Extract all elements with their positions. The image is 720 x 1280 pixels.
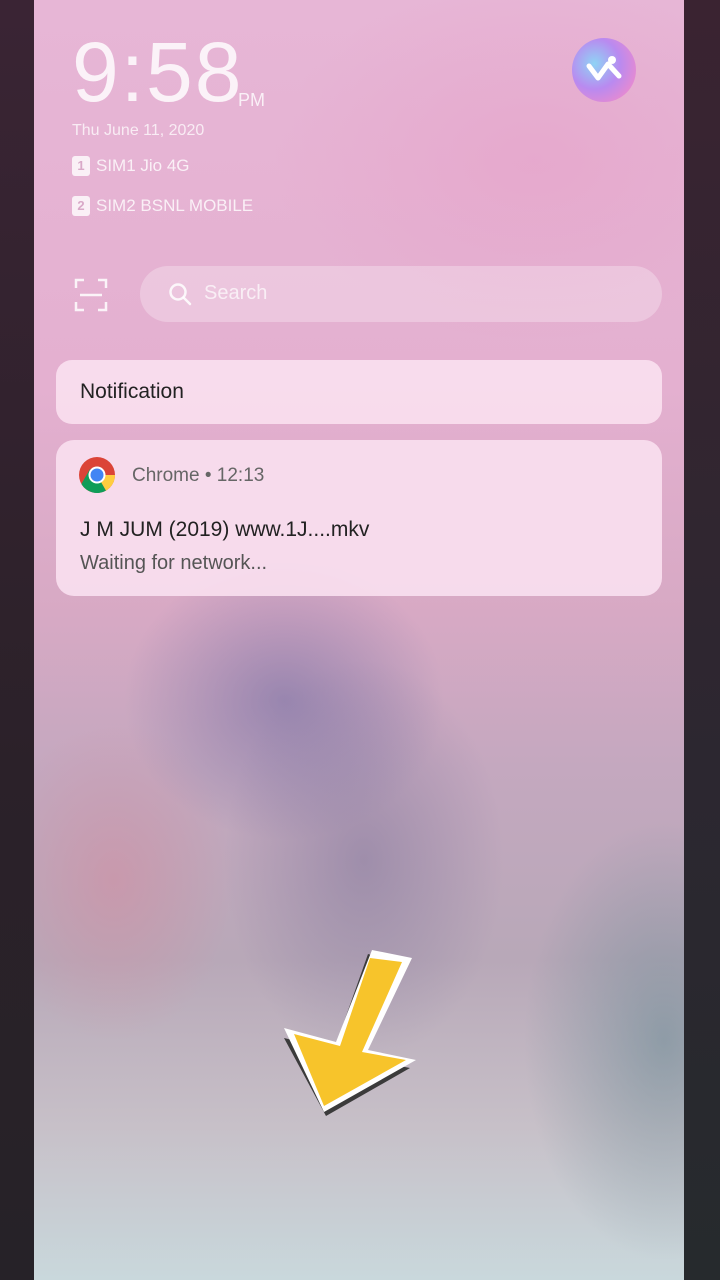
search-icon: [169, 283, 192, 306]
notification-header-label: Notification: [80, 380, 184, 403]
arrow-down-left-icon: [282, 946, 422, 1116]
notification-meta: Chrome • 12:13: [132, 465, 264, 487]
notification-shade: 9:58 PM Thu June 11, 2020 1 SIM1 Jio 4G …: [34, 0, 684, 1280]
chrome-download-notification[interactable]: Chrome • 12:13 J M JUM (2019) www.1J....…: [56, 440, 662, 596]
notification-app-name: Chrome: [132, 465, 200, 486]
assistant-app-icon[interactable]: [572, 38, 636, 102]
clock-time: 9:58: [72, 25, 244, 119]
notification-header: Notification: [56, 360, 662, 424]
search-bar[interactable]: Search: [140, 266, 662, 322]
notification-time: 12:13: [216, 465, 265, 486]
search-placeholder: Search: [204, 282, 268, 304]
notification-body: Waiting for network...: [80, 552, 268, 574]
sim1-status: 1 SIM1 Jio 4G: [72, 156, 190, 176]
scan-icon[interactable]: [74, 278, 108, 312]
notification-title: J M JUM (2019) www.1J....mkv: [80, 518, 370, 541]
sim1-badge: 1: [72, 156, 90, 176]
sim2-label: SIM2 BSNL MOBILE: [96, 196, 254, 215]
notification-separator: •: [204, 465, 212, 486]
clock-ampm: PM: [238, 90, 265, 110]
left-frame: [0, 0, 34, 1280]
chrome-icon: [78, 456, 116, 494]
right-frame: [684, 0, 720, 1280]
date-label: Thu June 11, 2020: [72, 122, 205, 139]
sim1-label: SIM1 Jio 4G: [96, 156, 190, 175]
sim2-badge: 2: [72, 196, 90, 216]
sim2-status: 2 SIM2 BSNL MOBILE: [72, 196, 253, 216]
